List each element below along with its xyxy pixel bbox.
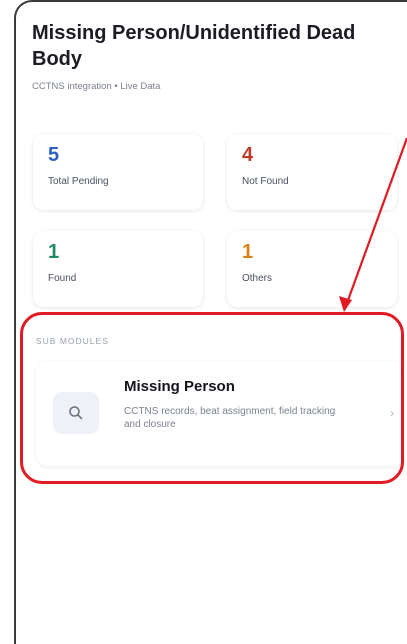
- page-header: Missing Person/Unidentified Dead Body CC…: [32, 20, 402, 92]
- phone-screen: Missing Person/Unidentified Dead Body CC…: [14, 0, 407, 644]
- stat-value: 5: [48, 144, 60, 166]
- sub-module-missing-person[interactable]: Missing Person CCTNS records, beat assig…: [36, 362, 406, 466]
- search-icon: [53, 392, 99, 434]
- stat-label: Total Pending: [48, 176, 109, 187]
- stat-card-not-found[interactable]: 4 Not Found: [227, 134, 397, 210]
- page-subtitle: CCTNS integration • Live Data: [32, 81, 161, 92]
- stat-card-total-pending[interactable]: 5 Total Pending: [33, 134, 203, 210]
- sub-module-description: CCTNS records, beat assignment, field tr…: [124, 406, 336, 430]
- page-title: Missing Person/Unidentified Dead Body: [32, 22, 356, 70]
- sub-module-title: Missing Person: [124, 378, 235, 395]
- stat-value: 1: [242, 241, 254, 263]
- stat-label: Not Found: [242, 176, 289, 187]
- stat-card-others[interactable]: 1 Others: [227, 231, 397, 307]
- stat-label: Others: [242, 273, 273, 284]
- stat-value: 4: [242, 144, 254, 166]
- sub-modules-heading: SUB MODULES: [36, 336, 109, 346]
- stat-card-found[interactable]: 1 Found: [33, 231, 203, 307]
- chevron-right-icon: ›: [390, 406, 394, 420]
- stat-label: Found: [48, 273, 77, 284]
- stat-value: 1: [48, 241, 60, 263]
